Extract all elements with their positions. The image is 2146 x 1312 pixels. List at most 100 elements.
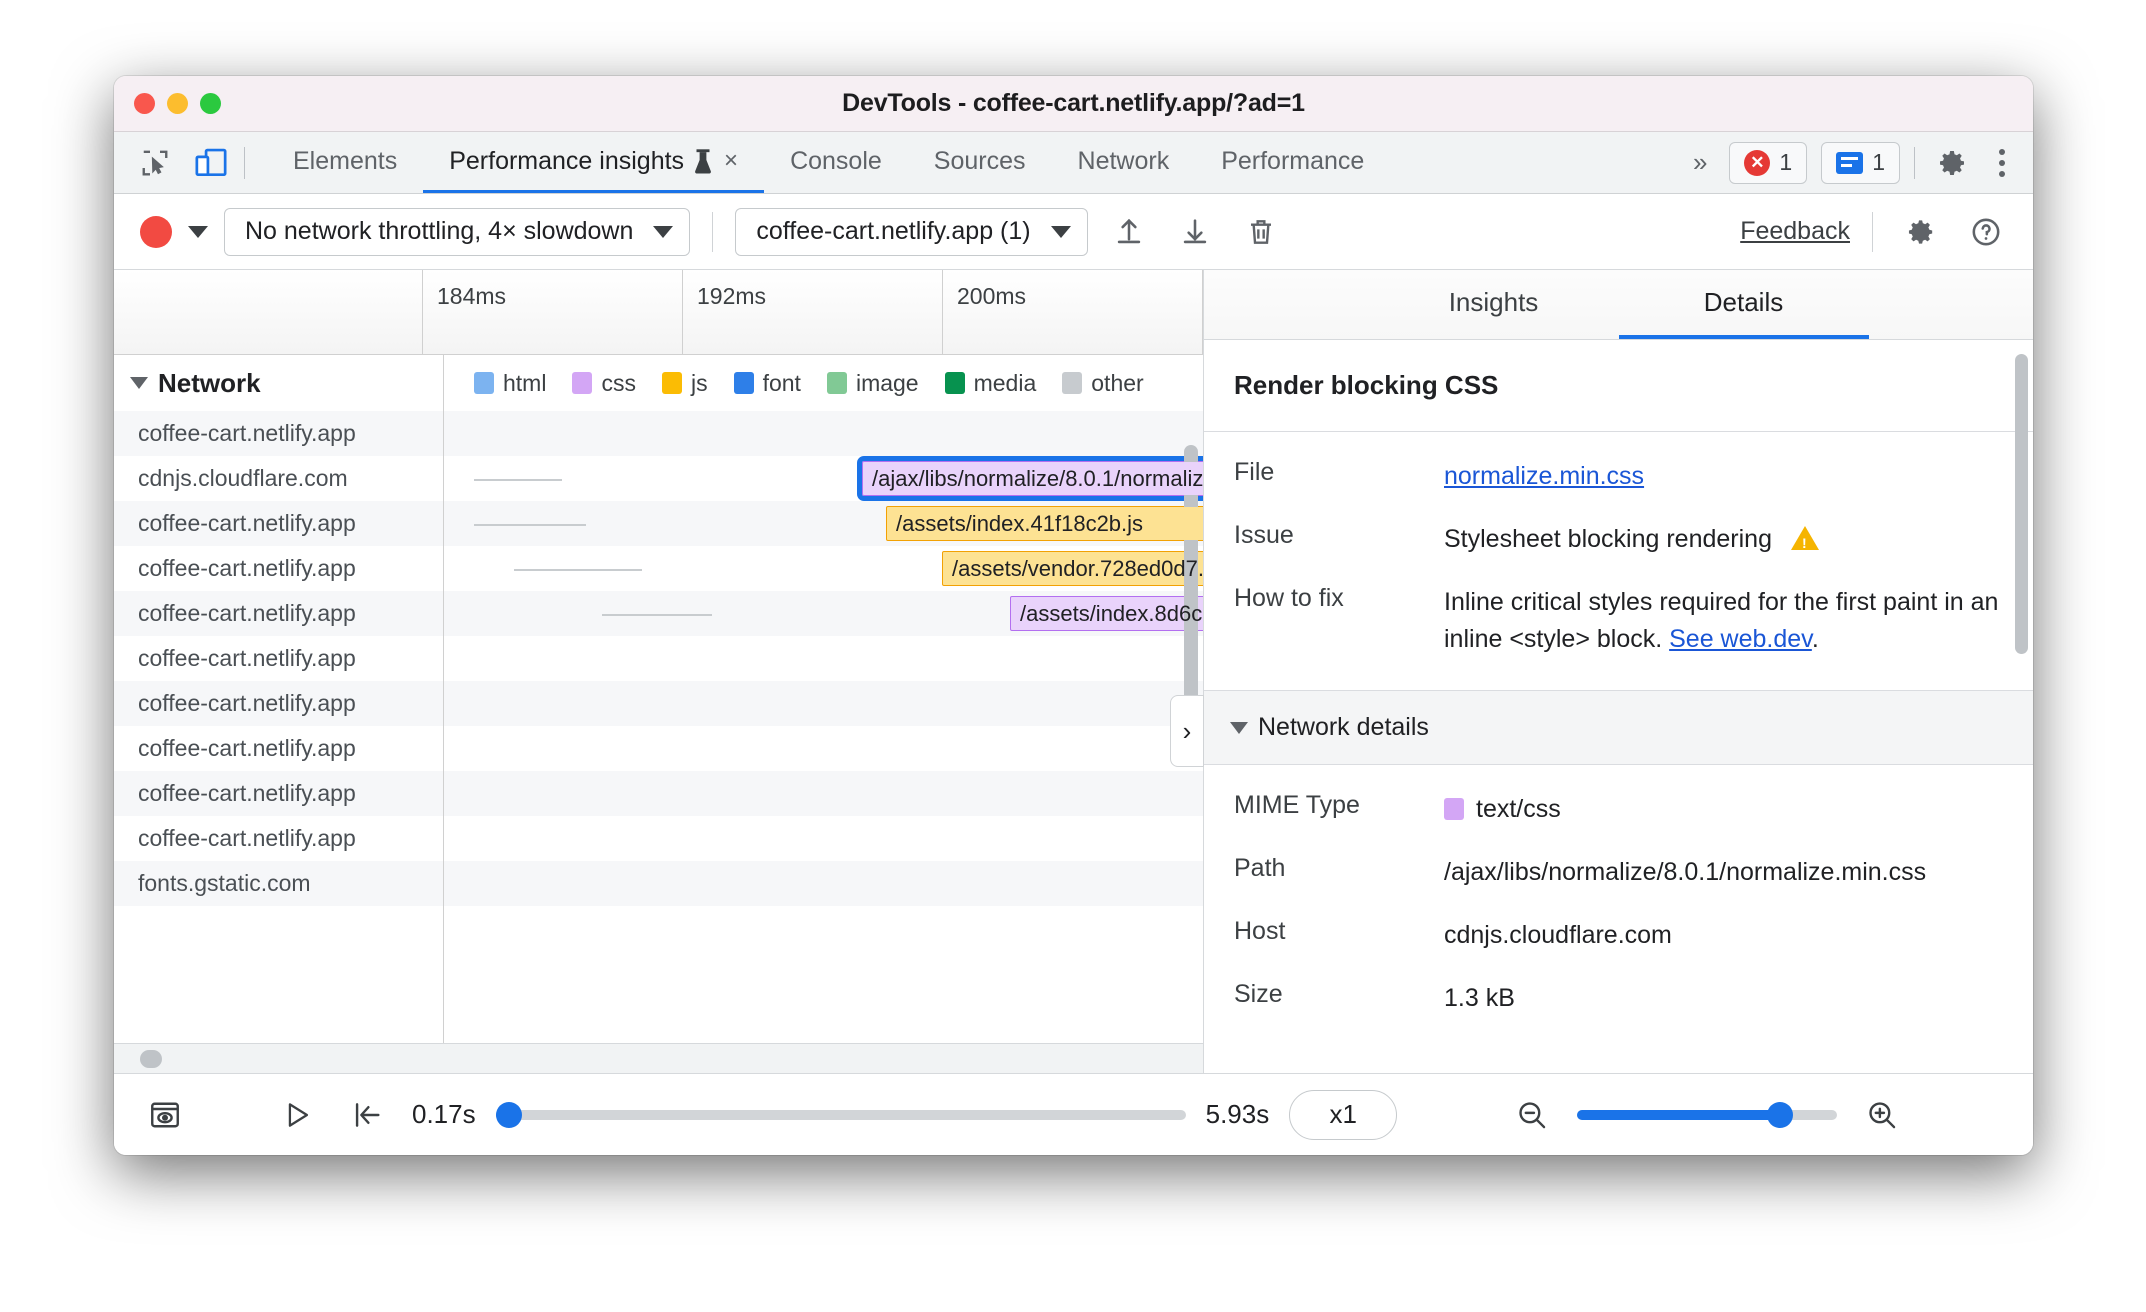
table-row[interactable] — [444, 726, 1203, 771]
jump-to-start-icon[interactable] — [342, 1090, 392, 1140]
list-item[interactable]: fonts.gstatic.com — [114, 861, 443, 906]
detail-field-host: Host cdnjs.cloudflare.com — [1204, 917, 2033, 954]
tab-insights[interactable]: Insights — [1369, 270, 1619, 339]
table-row[interactable] — [444, 816, 1203, 861]
details-heading: Render blocking CSS — [1204, 340, 2033, 432]
zoom-in-icon[interactable] — [1857, 1090, 1907, 1140]
request-bar-index-css[interactable]: /assets/index.8d6c6f18.css — [1010, 596, 1203, 631]
tab-network[interactable]: Network — [1052, 132, 1196, 193]
request-bar-label: /assets/vendor.728ed0d7.js — [952, 555, 1203, 581]
list-item[interactable]: coffee-cart.netlify.app — [114, 546, 443, 591]
error-count-badge[interactable]: ✕ 1 — [1729, 141, 1808, 184]
tab-label: Details — [1703, 287, 1784, 317]
network-details-title: Network details — [1258, 713, 1429, 741]
table-row[interactable]: /ajax/libs/normalize/8.0.1/normalize.min… — [444, 456, 1203, 501]
devtools-tabbar: Elements Performance insights × Console — [114, 132, 2033, 194]
table-row[interactable] — [444, 771, 1203, 816]
table-row[interactable] — [444, 681, 1203, 726]
trash-icon[interactable] — [1236, 207, 1286, 257]
network-track-header[interactable]: Network — [114, 355, 443, 411]
message-count-badge[interactable]: 1 — [1821, 141, 1900, 184]
settings-gear-icon[interactable] — [1895, 207, 1945, 257]
details-scrollbar-thumb[interactable] — [2015, 354, 2028, 654]
playback-speed-button[interactable]: x1 — [1289, 1089, 1398, 1140]
window-title: DevTools - coffee-cart.netlify.app/?ad=1 — [842, 89, 1305, 117]
upload-icon[interactable] — [1104, 207, 1154, 257]
record-button[interactable] — [140, 215, 172, 248]
tab-performance[interactable]: Performance — [1195, 132, 1390, 193]
filmstrip-icon[interactable] — [140, 1090, 190, 1140]
list-item[interactable]: cdnjs.cloudflare.com — [114, 456, 443, 501]
request-bar-normalize-css[interactable]: /ajax/libs/normalize/8.0.1/normalize.min… — [857, 456, 1203, 501]
tab-console[interactable]: Console — [764, 132, 908, 193]
scrollbar-thumb[interactable] — [140, 1049, 162, 1068]
download-icon[interactable] — [1170, 207, 1220, 257]
ruler-gutter — [114, 270, 423, 354]
mime-value: text/css — [1476, 795, 1561, 823]
legend-swatch — [661, 372, 682, 394]
list-item[interactable]: coffee-cart.netlify.app — [114, 681, 443, 726]
list-item[interactable]: coffee-cart.netlify.app — [114, 816, 443, 861]
record-options-caret[interactable] — [188, 225, 208, 238]
list-item[interactable]: coffee-cart.netlify.app — [114, 411, 443, 456]
error-icon: ✕ — [1744, 149, 1771, 176]
field-label: Path — [1234, 854, 1286, 882]
close-icon[interactable]: × — [724, 147, 738, 175]
time-range-slider[interactable] — [495, 1101, 1186, 1128]
list-item[interactable]: coffee-cart.netlify.app — [114, 726, 443, 771]
more-tabs-icon[interactable]: » — [1685, 147, 1715, 178]
legend-item-media: media — [944, 370, 1036, 397]
waterfall-horizontal-scrollbar[interactable] — [114, 1043, 1203, 1073]
zoom-out-icon[interactable] — [1507, 1090, 1557, 1140]
field-label: Host — [1234, 917, 1286, 945]
tab-performance-insights[interactable]: Performance insights × — [423, 132, 765, 193]
kebab-menu-icon[interactable] — [1989, 148, 2015, 177]
expand-sidebar-button[interactable]: › — [1170, 695, 1204, 767]
request-bar-index-js[interactable]: /assets/index.41f18c2b.js — [886, 506, 1203, 541]
request-bar-vendor-js[interactable]: /assets/vendor.728ed0d7.js — [942, 551, 1203, 586]
detail-field-howtofix: How to fix Inline critical styles requir… — [1204, 584, 2033, 658]
list-item[interactable]: coffee-cart.netlify.app — [114, 636, 443, 681]
field-label: Size — [1234, 980, 1283, 1008]
table-row[interactable] — [444, 636, 1203, 681]
table-row[interactable]: /assets/index.41f18c2b.js — [444, 501, 1203, 546]
field-label: How to fix — [1234, 584, 1344, 612]
device-toolbar-icon[interactable] — [188, 142, 234, 184]
gear-icon[interactable] — [1929, 142, 1975, 184]
zoom-range-slider[interactable] — [1577, 1101, 1838, 1128]
table-row[interactable]: /assets/index.8d6c6f18.css — [444, 591, 1203, 636]
tabbar-tools — [114, 132, 261, 193]
slider-handle[interactable] — [496, 1101, 523, 1128]
tab-sources[interactable]: Sources — [908, 132, 1052, 193]
tab-details[interactable]: Details — [1618, 270, 1869, 339]
web-dev-link[interactable]: See web.dev — [1669, 625, 1812, 653]
details-pane: Insights Details Render blocking CSS Fil… — [1204, 270, 2033, 1073]
tab-elements[interactable]: Elements — [267, 132, 423, 193]
tabbar-right: » ✕ 1 1 — [1685, 132, 2033, 193]
legend-swatch — [826, 372, 847, 394]
throttling-select[interactable]: No network throttling, 4× slowdown — [224, 207, 691, 256]
list-item[interactable]: coffee-cart.netlify.app — [114, 501, 443, 546]
waterfall-rows: /ajax/libs/normalize/8.0.1/normalize.min… — [444, 411, 1203, 906]
request-connector-line — [474, 478, 562, 481]
feedback-link[interactable]: Feedback — [1740, 217, 1850, 246]
inspect-cursor-icon[interactable] — [132, 142, 178, 184]
legend-label: other — [1091, 369, 1144, 396]
legend-label: css — [601, 369, 636, 396]
slider-handle[interactable] — [1767, 1101, 1794, 1128]
page-select[interactable]: coffee-cart.netlify.app (1) — [735, 207, 1088, 256]
field-value: Stylesheet blocking rendering — [1444, 521, 2003, 558]
legend-item-image: image — [826, 370, 919, 397]
file-link[interactable]: normalize.min.css — [1444, 462, 1644, 490]
table-row[interactable] — [444, 411, 1203, 456]
legend-item-font: font — [733, 370, 801, 397]
help-icon[interactable] — [1961, 207, 2011, 257]
network-details-header[interactable]: Network details — [1204, 690, 2033, 765]
table-row[interactable]: /assets/vendor.728ed0d7.js — [444, 546, 1203, 591]
detail-field-size: Size 1.3 kB — [1204, 980, 2033, 1017]
list-item[interactable]: coffee-cart.netlify.app — [114, 771, 443, 816]
list-item[interactable]: coffee-cart.netlify.app — [114, 591, 443, 636]
table-row[interactable] — [444, 861, 1203, 906]
message-icon — [1836, 151, 1864, 174]
play-icon[interactable] — [272, 1090, 322, 1140]
